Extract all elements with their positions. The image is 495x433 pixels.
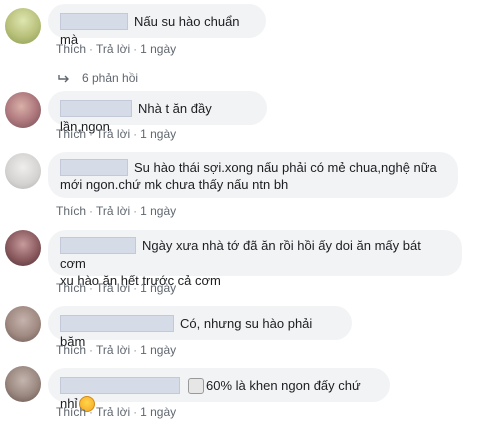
- timestamp[interactable]: 1 ngày: [140, 343, 176, 357]
- comment-actions: Thích · Trả lời · 1 ngày: [56, 204, 177, 218]
- timestamp[interactable]: 1 ngày: [140, 281, 176, 295]
- timestamp[interactable]: 1 ngày: [140, 204, 176, 218]
- author-name-redacted[interactable]: [60, 100, 132, 118]
- comment-actions: Thích · Trả lời · 1 ngày: [56, 42, 177, 56]
- like-link[interactable]: Thích: [56, 343, 86, 357]
- comment-bubble: Có, nhưng su hào phải băm: [48, 306, 352, 349]
- comment-bubble: Ngày xưa nhà tớ đã ăn rồi hồi ấy doi ăn …: [48, 230, 462, 288]
- replies-count: 6 phản hồi: [82, 71, 139, 85]
- speech-bubble-emoji-icon: [188, 377, 204, 394]
- avatar[interactable]: [5, 230, 41, 266]
- comment-feed: Nấu su hào chuẩn mà Thích · Trả lời · 1 ngày…: [0, 0, 495, 433]
- author-name-redacted[interactable]: [60, 377, 180, 395]
- like-link[interactable]: Thích: [56, 405, 86, 419]
- author-name-redacted[interactable]: [60, 315, 174, 333]
- avatar[interactable]: [5, 366, 41, 402]
- comment-bubble: Nhà t ăn đầy lần,ngon: [48, 91, 267, 134]
- reply-link[interactable]: Trả lời: [96, 127, 130, 141]
- like-link[interactable]: Thích: [56, 42, 86, 56]
- author-name-redacted[interactable]: [60, 13, 128, 31]
- avatar[interactable]: [5, 8, 41, 44]
- like-link[interactable]: Thích: [56, 204, 86, 218]
- comment-text-line1: Su hào thái sợi.xong nấu phải có mẻ chua…: [134, 160, 437, 176]
- comment-bubble: Nấu su hào chuẩn mà: [48, 4, 266, 47]
- comment-actions: Thích · Trả lời · 1 ngày: [56, 281, 177, 295]
- reply-link[interactable]: Trả lời: [96, 405, 130, 419]
- timestamp[interactable]: 1 ngày: [140, 42, 176, 56]
- author-name-redacted[interactable]: [60, 237, 136, 255]
- view-replies-link[interactable]: 6 phản hồi: [58, 71, 138, 85]
- comment-bubble: Su hào thái sợi.xong nấu phải có mẻ chua…: [48, 152, 458, 198]
- comment-text-line2: mới ngon.chứ mk chưa thấy nấu ntn bh: [60, 177, 289, 193]
- reply-link[interactable]: Trả lời: [96, 42, 130, 56]
- like-link[interactable]: Thích: [56, 127, 86, 141]
- reply-link[interactable]: Trả lời: [96, 343, 130, 357]
- comment-actions: Thích · Trả lời · 1 ngày: [56, 343, 177, 357]
- reply-link[interactable]: Trả lời: [96, 204, 130, 218]
- author-name-redacted[interactable]: [60, 159, 128, 177]
- avatar[interactable]: [5, 306, 41, 342]
- timestamp[interactable]: 1 ngày: [140, 127, 176, 141]
- reply-link[interactable]: Trả lời: [96, 281, 130, 295]
- comment-actions: Thích · Trả lời · 1 ngày: [56, 127, 177, 141]
- avatar[interactable]: [5, 92, 41, 128]
- comment-bubble: 60% là khen ngon đấy chứ nhỉ: [48, 368, 390, 412]
- comment-actions: Thích · Trả lời · 1 ngày: [56, 405, 177, 419]
- timestamp[interactable]: 1 ngày: [140, 405, 176, 419]
- avatar[interactable]: [5, 153, 41, 189]
- like-link[interactable]: Thích: [56, 281, 86, 295]
- reply-arrow-icon: [58, 74, 69, 83]
